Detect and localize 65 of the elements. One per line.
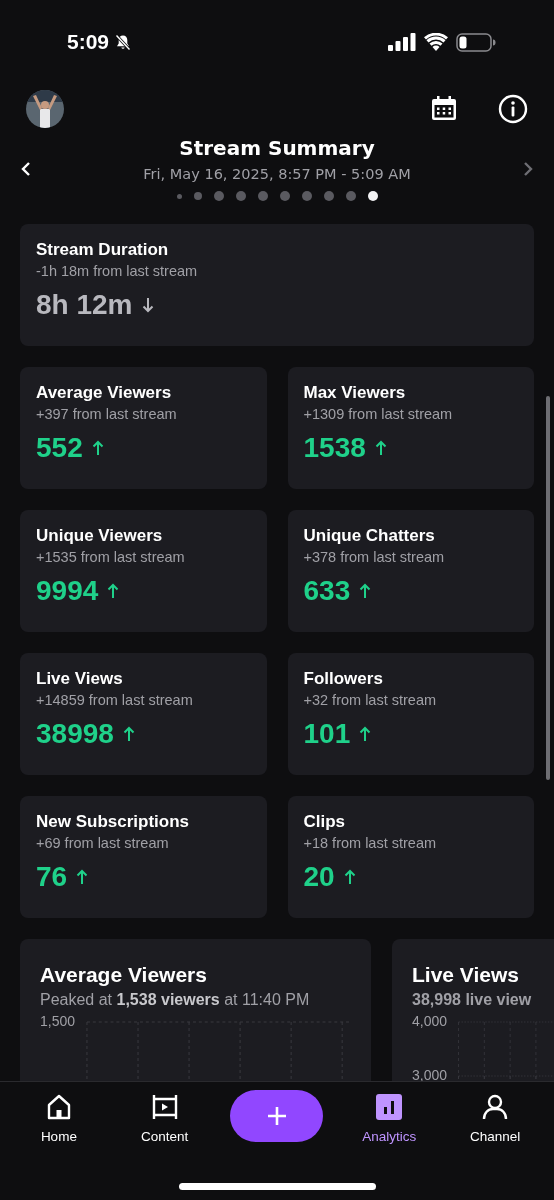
tab[interactable]: Channel [455, 1092, 536, 1146]
tab[interactable]: Content [124, 1092, 205, 1146]
stat-change: +1309 from last stream [303, 406, 454, 422]
tab[interactable]: Home [18, 1092, 99, 1146]
stat-change: -1h 18m from last stream [36, 263, 199, 279]
battery-icon [456, 32, 496, 52]
stat-change: +14859 from last stream [36, 692, 194, 708]
stat-value: 101 [303, 718, 351, 750]
stat-label: Clips [303, 812, 347, 832]
tab[interactable]: Analytics [349, 1092, 430, 1146]
axis-label: 1,500 [40, 1012, 77, 1029]
stat-label: Unique Viewers [36, 526, 164, 546]
chart-title: Live Views [412, 963, 520, 987]
axis-label: 4,000 [412, 1012, 449, 1029]
stat-change: +18 from last stream [303, 835, 438, 851]
avatar[interactable] [26, 90, 64, 128]
chart-title: Average Viewers [40, 963, 208, 987]
page-dot[interactable] [213, 191, 224, 201]
stat-label: Max Viewers [303, 383, 407, 403]
stat-change: +1535 from last stream [36, 549, 186, 565]
stat-value: 552 [36, 432, 83, 464]
stat-value: 76 [36, 861, 68, 893]
page-dot[interactable] [367, 191, 378, 201]
axis-label: 3,000 [412, 1066, 449, 1083]
stat-change: +397 from last stream [36, 406, 178, 422]
stat-change: +69 from last stream [36, 835, 170, 851]
chart-subtitle: Peaked at 1,538 viewers at 11:40 PM [40, 990, 311, 1010]
page-dot[interactable] [323, 191, 334, 201]
stat-value: 1538 [303, 432, 366, 464]
page-dot[interactable] [235, 191, 246, 201]
create-button[interactable] [230, 1090, 324, 1142]
calendar-icon[interactable] [430, 95, 458, 123]
home-icon [45, 1094, 72, 1120]
stat-label: Followers [303, 669, 384, 689]
stat-change: +378 from last stream [303, 549, 446, 565]
chevron-left-icon[interactable] [20, 161, 32, 177]
info-icon[interactable] [498, 94, 528, 124]
page-dot[interactable] [345, 191, 356, 201]
stat-label: Stream Duration [36, 240, 170, 260]
page-dot[interactable] [257, 191, 268, 201]
summary-title: Stream Summary [179, 136, 375, 160]
signal-icon [388, 33, 416, 51]
date-range: Fri, May 16, 2025, 8:57 PM - 5:09 AM [143, 166, 411, 182]
person-icon [482, 1094, 509, 1120]
bar-chart-icon [376, 1094, 403, 1120]
wifi-icon [424, 33, 448, 51]
plus-icon [267, 1106, 287, 1126]
status-time: 5:09 [67, 30, 110, 54]
page-dot[interactable] [176, 193, 182, 199]
stat-change: +32 from last stream [303, 692, 438, 708]
page-dot[interactable] [279, 191, 290, 201]
stat-value: 38998 [36, 718, 114, 750]
stat-label: New Subscriptions [36, 812, 191, 832]
chart-subtitle: 38,998 live view [412, 990, 533, 1010]
film-icon [150, 1094, 179, 1120]
page-dot[interactable] [193, 192, 202, 200]
stat-value: 8h 12m [36, 289, 133, 321]
stat-value: 20 [303, 861, 335, 893]
stat-label: Unique Chatters [303, 526, 436, 546]
stat-label: Average Viewers [36, 383, 173, 403]
chevron-right-icon[interactable] [522, 161, 534, 177]
page-dot[interactable] [301, 191, 312, 201]
stat-label: Live Views [36, 669, 124, 689]
stat-value: 9994 [36, 575, 99, 607]
stat-value: 633 [303, 575, 351, 607]
